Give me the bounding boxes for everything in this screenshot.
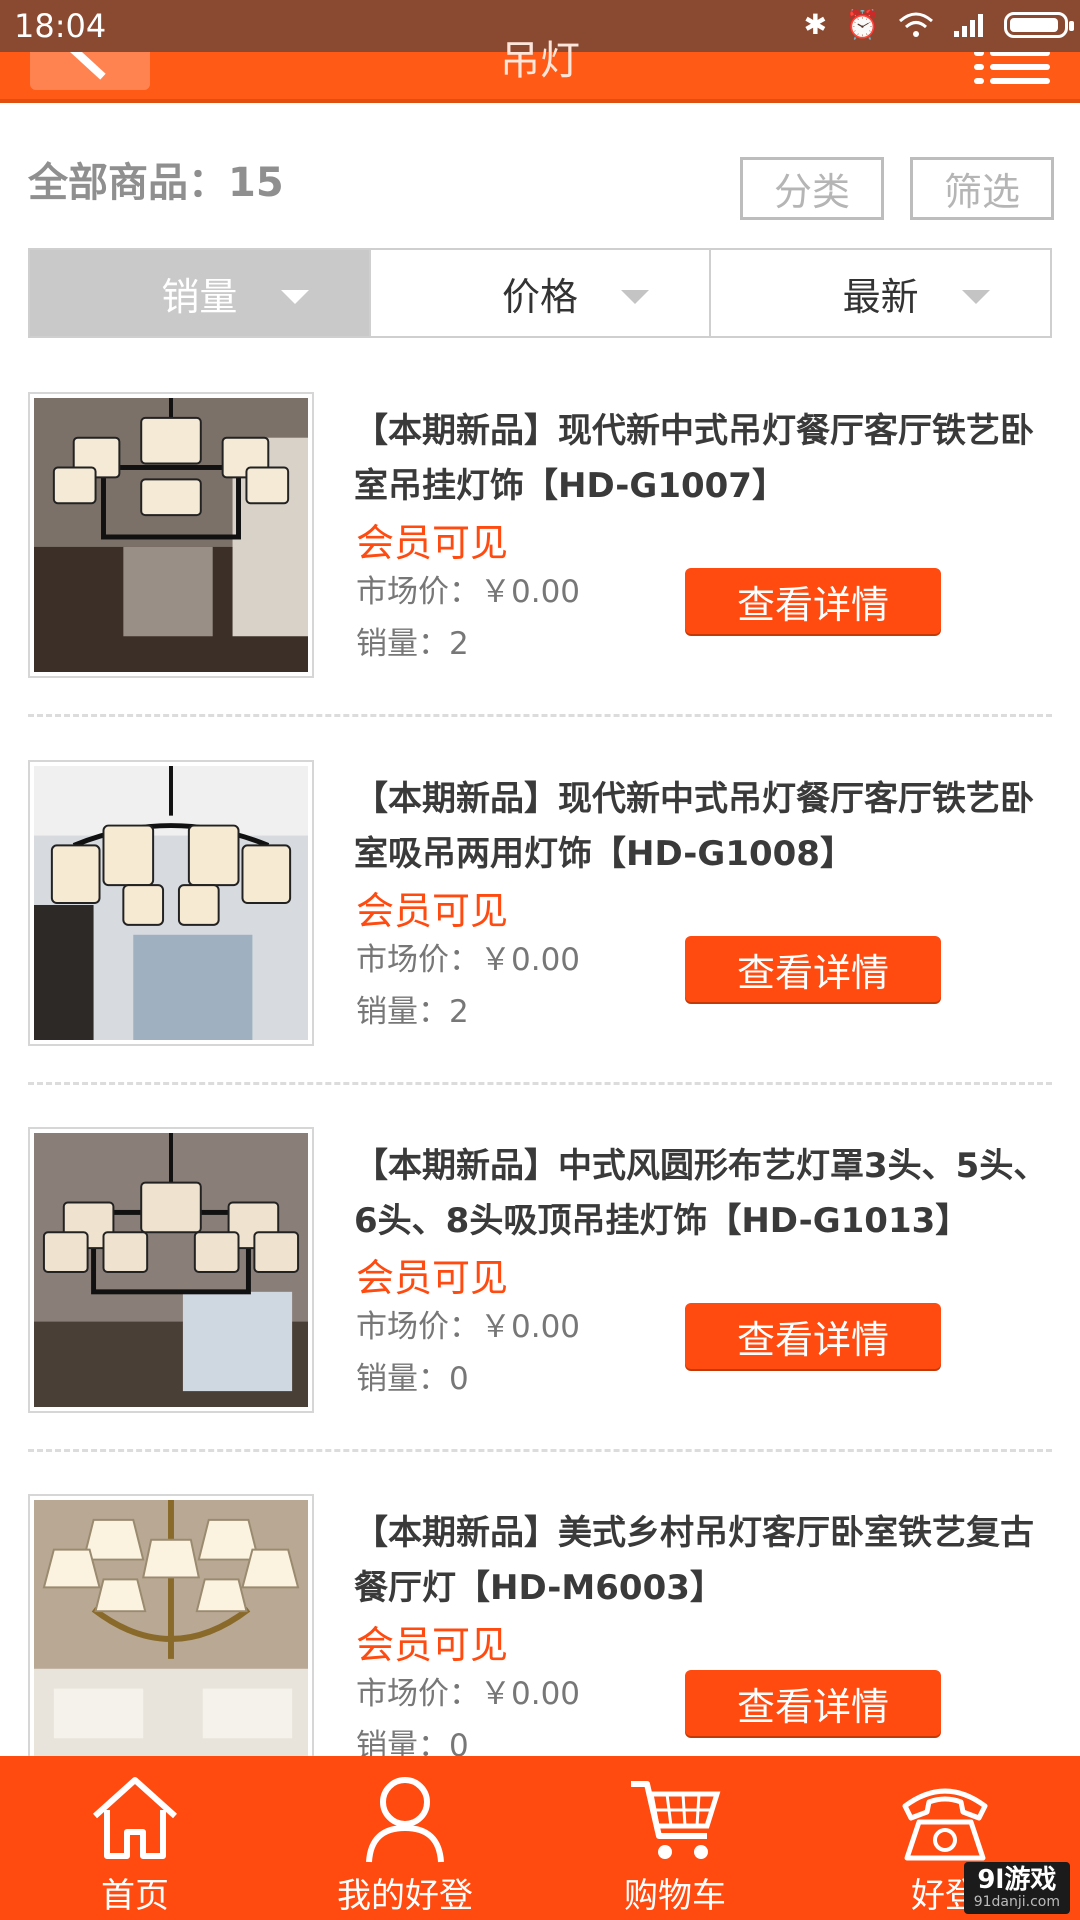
member-visible-label: 会员可见	[356, 889, 509, 933]
market-price: 市场价：￥0.00	[356, 574, 581, 610]
caret-down-icon	[962, 290, 991, 304]
product-item[interactable]: 【本期新品】现代新中式吊灯餐厅客厅铁艺卧室吊挂灯饰【HD-G1007】 会员可见…	[28, 372, 1052, 740]
view-details-button[interactable]: 查看详情	[685, 1303, 941, 1369]
nav-my-account[interactable]: 我的好登	[270, 1756, 540, 1920]
view-details-button[interactable]: 查看详情	[685, 1670, 941, 1736]
nav-cart-label: 购物车	[624, 1876, 726, 1916]
product-item[interactable]: 【本期新品】现代新中式吊灯餐厅客厅铁艺卧室吸吊两用灯饰【HD-G1008】 会员…	[28, 740, 1052, 1108]
sort-price-label: 价格	[502, 274, 579, 319]
divider	[28, 1082, 1052, 1085]
chandelier-image	[34, 1500, 308, 1774]
bottom-navigation: 首页 我的好登 购物车 好登 9l游戏 91danji.com	[0, 1756, 1080, 1920]
product-image[interactable]	[28, 392, 314, 678]
caret-down-icon	[280, 290, 309, 304]
product-title[interactable]: 【本期新品】现代新中式吊灯餐厅客厅铁艺卧室吸吊两用灯饰【HD-G1008】	[354, 772, 1054, 882]
member-visible-label: 会员可见	[356, 1623, 509, 1667]
product-item[interactable]: 【本期新品】中式风圆形布艺灯罩3头、5头、6头、8头吸顶吊挂灯饰【HD-G101…	[28, 1107, 1052, 1475]
market-price: 市场价：￥0.00	[356, 1309, 581, 1345]
sales-count: 销量：2	[356, 626, 469, 662]
sort-newest-tab[interactable]: 最新	[711, 250, 1051, 336]
total-products: 全部商品：15	[28, 160, 284, 206]
divider	[28, 1449, 1052, 1452]
sort-sales-label: 销量	[161, 274, 238, 319]
product-title[interactable]: 【本期新品】现代新中式吊灯餐厅客厅铁艺卧室吊挂灯饰【HD-G1007】	[354, 404, 1054, 514]
caret-down-icon	[621, 290, 650, 304]
filter-button[interactable]: 筛选	[910, 157, 1054, 220]
view-details-button[interactable]: 查看详情	[685, 568, 941, 634]
nav-cart[interactable]: 购物车	[540, 1756, 810, 1920]
sort-bar: 销量 价格 最新	[28, 248, 1052, 338]
sort-sales-tab[interactable]: 销量	[30, 250, 371, 336]
chandelier-image	[34, 766, 308, 1040]
user-icon	[366, 1777, 444, 1863]
sort-price-tab[interactable]: 价格	[370, 250, 712, 336]
product-image[interactable]	[28, 1494, 314, 1780]
market-price: 市场价：￥0.00	[356, 1676, 581, 1712]
chandelier-image	[34, 1133, 308, 1407]
nav-home-label: 首页	[101, 1876, 169, 1916]
member-visible-label: 会员可见	[356, 521, 509, 565]
home-icon	[92, 1777, 178, 1859]
product-image[interactable]	[28, 760, 314, 1046]
chandelier-image	[34, 398, 308, 672]
sales-count: 销量：0	[356, 1361, 469, 1397]
nav-my-account-label: 我的好登	[337, 1876, 473, 1916]
nav-home[interactable]: 首页	[0, 1756, 270, 1920]
category-button[interactable]: 分类	[740, 157, 884, 220]
divider	[28, 714, 1052, 717]
sales-count: 销量：2	[356, 994, 469, 1030]
product-title[interactable]: 【本期新品】中式风圆形布艺灯罩3头、5头、6头、8头吸顶吊挂灯饰【HD-G101…	[354, 1139, 1054, 1249]
member-visible-label: 会员可见	[356, 1256, 509, 1300]
sort-newest-label: 最新	[842, 274, 919, 319]
phone-icon	[902, 1788, 988, 1861]
page-title: 吊灯	[500, 38, 580, 84]
product-title[interactable]: 【本期新品】美式乡村吊灯客厅卧室铁艺复古餐厅灯【HD-M6003】	[354, 1506, 1054, 1616]
market-price: 市场价：￥0.00	[356, 942, 581, 978]
view-details-button[interactable]: 查看详情	[685, 936, 941, 1002]
product-image[interactable]	[28, 1127, 314, 1413]
watermark-logo: 9l游戏 91danji.com	[963, 1862, 1070, 1914]
cart-icon	[631, 1781, 721, 1859]
